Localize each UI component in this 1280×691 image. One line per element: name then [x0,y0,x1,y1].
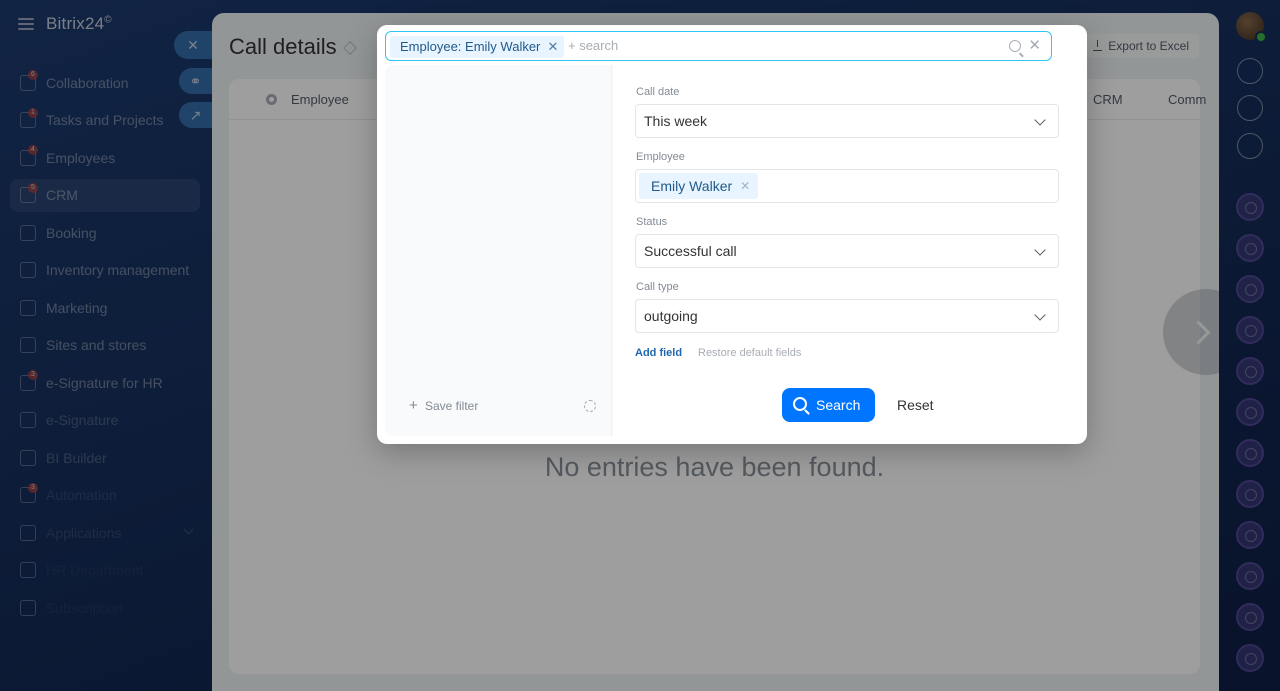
filter-fields-pane: Call date This week Employee Emily Walke… [613,65,1079,436]
filter-search-bar[interactable]: Employee: Emily Walker ✕ ✕ [385,31,1052,61]
call-date-value: This week [644,113,708,129]
remove-filter-icon[interactable]: ✕ [547,36,558,58]
employee-label: Employee [636,151,685,163]
employee-chip-label: Emily Walker [651,178,733,194]
search-button-label: Search [816,397,861,413]
restore-default-fields-link[interactable]: Restore default fields [698,347,801,359]
filter-popup: Employee: Emily Walker ✕ ✕ + Save filter … [377,25,1087,444]
presets-pane: + Save filter [385,65,612,436]
call-date-label: Call date [636,86,680,98]
search-icon [793,397,807,411]
remove-employee-icon[interactable]: ✕ [740,173,750,199]
status-label: Status [636,216,668,228]
search-input[interactable] [568,38,988,53]
employee-chip[interactable]: Emily Walker ✕ [639,173,759,199]
settings-gear-icon[interactable] [584,400,596,412]
call-type-value: outgoing [644,308,698,324]
search-button[interactable]: Search [782,388,875,422]
status-value: Successful call [644,243,737,259]
employee-field[interactable]: Emily Walker ✕ [635,169,1059,203]
clear-icon[interactable]: ✕ [1028,38,1041,53]
save-filter-label: Save filter [425,399,479,413]
chevron-down-icon [1034,114,1046,126]
active-filter-chip[interactable]: Employee: Emily Walker ✕ [390,36,565,58]
add-field-link[interactable]: Add field [635,347,682,359]
search-icon[interactable] [1009,40,1021,52]
active-filter-label: Employee: Emily Walker [400,39,541,54]
chevron-down-icon [1034,244,1046,256]
save-filter-button[interactable]: + Save filter [409,397,478,414]
chevron-down-icon [1034,309,1046,321]
call-type-select[interactable]: outgoing [635,299,1059,333]
status-select[interactable]: Successful call [635,234,1059,268]
plus-icon: + [409,397,418,414]
filter-body: + Save filter Call date This week Employe… [385,65,1079,436]
call-type-label: Call type [636,281,679,293]
reset-button[interactable]: Reset [897,397,934,413]
call-date-select[interactable]: This week [635,104,1059,138]
